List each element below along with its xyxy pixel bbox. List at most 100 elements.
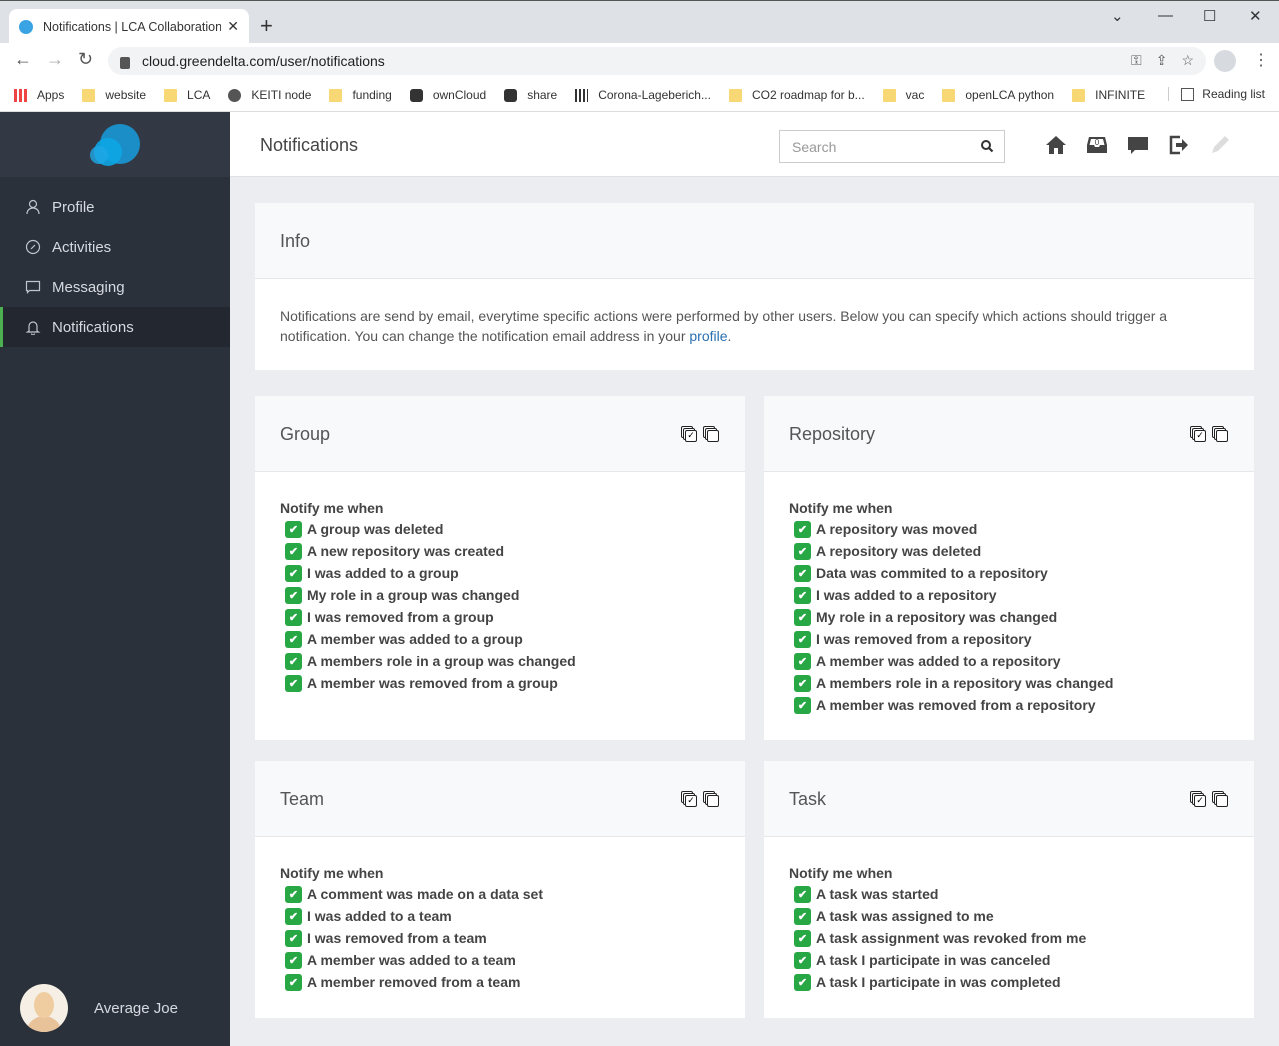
checkbox-checked-icon[interactable]: ✔ [285, 652, 302, 670]
notification-option[interactable]: ✔ A task was assigned to me [789, 905, 1229, 927]
search-icon[interactable] [980, 139, 994, 156]
browser-tab[interactable]: Notifications | LCA Collaboration ✕ [9, 9, 249, 44]
bookmark-item[interactable]: share [504, 88, 557, 102]
bookmark-item[interactable]: vac [882, 88, 924, 102]
avatar[interactable] [20, 984, 68, 1032]
notification-option[interactable]: ✔ A repository was moved [789, 518, 1229, 540]
notification-option[interactable]: ✔ A comment was made on a data set [280, 883, 720, 905]
notification-option[interactable]: ✔ A member removed from a team [280, 971, 720, 993]
checkbox-checked-icon[interactable]: ✔ [285, 630, 302, 648]
home-icon[interactable] [1045, 134, 1067, 156]
checkbox-checked-icon[interactable]: ✔ [794, 885, 811, 903]
checkbox-checked-icon[interactable]: ✔ [285, 885, 302, 903]
checkbox-checked-icon[interactable]: ✔ [794, 674, 811, 692]
notification-option[interactable]: ✔ My role in a repository was changed [789, 606, 1229, 628]
bookmark-item[interactable]: openLCA python [942, 88, 1054, 102]
sidebar-item-notifications[interactable]: Notifications [0, 307, 230, 347]
checkbox-checked-icon[interactable]: ✔ [794, 696, 811, 714]
deselect-all-icon[interactable] [1212, 426, 1230, 444]
app-logo[interactable] [90, 124, 140, 166]
browser-menu-icon[interactable]: ⋮ [1253, 50, 1269, 70]
notification-option[interactable]: ✔ A members role in a repository was chan… [789, 672, 1229, 694]
notification-option[interactable]: ✔ I was removed from a repository [789, 628, 1229, 650]
checkbox-checked-icon[interactable]: ✔ [794, 973, 811, 991]
checkbox-checked-icon[interactable]: ✔ [285, 929, 302, 947]
notification-option[interactable]: ✔ A task I participate in was completed [789, 971, 1229, 993]
sidebar-item-messaging[interactable]: Messaging [0, 267, 230, 307]
inbox-icon[interactable]: 0 [1086, 134, 1108, 156]
checkbox-checked-icon[interactable]: ✔ [794, 630, 811, 648]
close-tab-icon[interactable]: ✕ [227, 18, 239, 35]
deselect-all-icon[interactable] [703, 426, 721, 444]
user-panel[interactable]: Average Joe [20, 984, 178, 1032]
checkbox-checked-icon[interactable]: ✔ [794, 564, 811, 582]
search-input[interactable] [792, 138, 972, 155]
checkbox-checked-icon[interactable]: ✔ [285, 520, 302, 538]
maximize-button[interactable]: ☐ [1203, 7, 1216, 25]
deselect-all-icon[interactable] [1212, 791, 1230, 809]
bookmark-item[interactable]: website [82, 88, 146, 102]
notification-option[interactable]: ✔ A task was started [789, 883, 1229, 905]
checkbox-checked-icon[interactable]: ✔ [285, 542, 302, 560]
bookmark-item[interactable]: funding [329, 88, 392, 102]
reload-button[interactable]: ↻ [78, 49, 93, 70]
select-all-icon[interactable]: ✓ [1190, 791, 1208, 809]
notification-option[interactable]: ✔ My role in a group was changed [280, 584, 720, 606]
checkbox-checked-icon[interactable]: ✔ [794, 608, 811, 626]
chat-icon[interactable] [1127, 134, 1149, 156]
notification-option[interactable]: ✔ I was added to a repository [789, 584, 1229, 606]
checkbox-checked-icon[interactable]: ✔ [794, 542, 811, 560]
reading-list-button[interactable]: Reading list [1168, 87, 1265, 101]
notification-option[interactable]: ✔ A group was deleted [280, 518, 720, 540]
notification-option[interactable]: ✔ A repository was deleted [789, 540, 1229, 562]
bookmark-item[interactable]: CO2 roadmap for b... [728, 88, 865, 102]
minimize-button[interactable]: — [1158, 7, 1173, 24]
notification-option[interactable]: ✔ A new repository was created [280, 540, 720, 562]
checkbox-checked-icon[interactable]: ✔ [794, 652, 811, 670]
bookmark-item[interactable]: INFINITE [1072, 88, 1145, 102]
profile-link[interactable]: profile [689, 328, 727, 344]
checkbox-checked-icon[interactable]: ✔ [794, 586, 811, 604]
notification-option[interactable]: ✔ A member was removed from a repository [789, 694, 1229, 716]
sidebar-item-activities[interactable]: Activities [0, 227, 230, 267]
notification-option[interactable]: ✔ A member was added to a group [280, 628, 720, 650]
bookmark-item[interactable]: ownCloud [409, 88, 486, 102]
select-all-icon[interactable]: ✓ [1190, 426, 1208, 444]
checkbox-checked-icon[interactable]: ✔ [794, 929, 811, 947]
new-tab-button[interactable]: + [260, 13, 273, 39]
share-icon[interactable]: ⇪ [1156, 52, 1168, 69]
tab-search-icon[interactable]: ⌄ [1111, 7, 1124, 25]
checkbox-checked-icon[interactable]: ✔ [285, 586, 302, 604]
bookmark-item[interactable]: Apps [14, 88, 64, 102]
notification-option[interactable]: ✔ A member was added to a team [280, 949, 720, 971]
sidebar-item-profile[interactable]: Profile [0, 187, 230, 227]
back-button[interactable]: ← [14, 49, 32, 70]
deselect-all-icon[interactable] [703, 791, 721, 809]
select-all-icon[interactable]: ✓ [681, 426, 699, 444]
checkbox-checked-icon[interactable]: ✔ [285, 674, 302, 692]
checkbox-checked-icon[interactable]: ✔ [285, 973, 302, 991]
notification-option[interactable]: ✔ I was added to a group [280, 562, 720, 584]
bookmark-item[interactable]: LCA [164, 88, 210, 102]
notification-option[interactable]: ✔ Data was commited to a repository [789, 562, 1229, 584]
notification-option[interactable]: ✔ I was removed from a team [280, 927, 720, 949]
checkbox-checked-icon[interactable]: ✔ [285, 608, 302, 626]
edit-icon[interactable] [1209, 134, 1231, 156]
checkbox-checked-icon[interactable]: ✔ [794, 907, 811, 925]
checkbox-checked-icon[interactable]: ✔ [285, 951, 302, 969]
notification-option[interactable]: ✔ A task I participate in was canceled [789, 949, 1229, 971]
star-icon[interactable]: ☆ [1181, 52, 1194, 69]
key-icon[interactable]: ⚿ [1131, 52, 1142, 69]
checkbox-checked-icon[interactable]: ✔ [794, 951, 811, 969]
close-window-button[interactable]: ✕ [1249, 7, 1262, 25]
bookmark-item[interactable]: KEITI node [228, 88, 311, 102]
checkbox-checked-icon[interactable]: ✔ [794, 520, 811, 538]
address-bar[interactable]: cloud.greendelta.com/user/notifications … [108, 47, 1206, 75]
select-all-icon[interactable]: ✓ [681, 791, 699, 809]
notification-option[interactable]: ✔ I was removed from a group [280, 606, 720, 628]
checkbox-checked-icon[interactable]: ✔ [285, 564, 302, 582]
bookmark-item[interactable]: Corona-Lageberich... [575, 88, 711, 102]
notification-option[interactable]: ✔ A member was added to a repository [789, 650, 1229, 672]
browser-profile-icon[interactable] [1214, 50, 1236, 72]
notification-option[interactable]: ✔ A members role in a group was changed [280, 650, 720, 672]
